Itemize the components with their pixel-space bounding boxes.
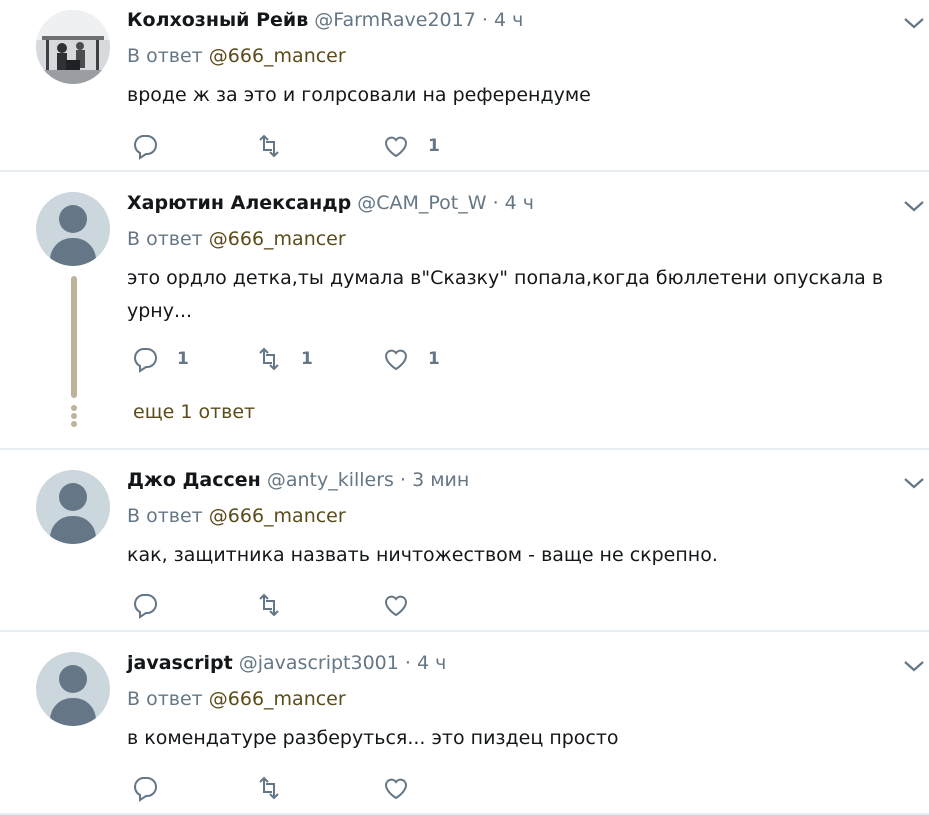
reply-mention-link[interactable]: @666_mancer [209, 505, 346, 527]
default-avatar-body-icon [50, 698, 96, 726]
retweet-icon [259, 776, 279, 800]
tweet[interactable]: Джо Дассен @anty_killers · 3 мин В ответ… [0, 450, 929, 630]
default-avatar-head-icon [59, 665, 87, 693]
thread-line [71, 276, 77, 398]
default-avatar-head-icon [59, 205, 87, 233]
like-button[interactable]: 1 [382, 131, 440, 161]
heart-icon [384, 136, 408, 158]
tweet-time[interactable]: · 4 ч [493, 192, 534, 214]
reply-context: В ответ @666_mancer [127, 505, 346, 527]
retweet-icon [259, 134, 279, 158]
avatar[interactable] [36, 470, 110, 544]
heart-icon [384, 778, 408, 800]
heart-icon [384, 349, 408, 371]
reply-icon [134, 135, 157, 160]
reply-count: 1 [177, 349, 189, 369]
thread-dot [71, 421, 77, 427]
author-name[interactable]: Харютин Александр [127, 192, 351, 214]
like-button[interactable] [382, 590, 428, 620]
reply-prefix: В ответ [127, 228, 203, 250]
thread-dot [71, 413, 77, 419]
chevron-down-icon[interactable] [902, 475, 926, 491]
tweet-time[interactable]: · 4 ч [405, 652, 446, 674]
tweet-time[interactable]: · 4 ч [482, 9, 523, 31]
default-avatar-head-icon [59, 483, 87, 511]
tweet-text: вроде ж за это и голрсовали на референду… [127, 84, 591, 106]
tweet[interactable]: javascript @javascript3001 · 4 ч В ответ… [0, 632, 929, 813]
show-more-replies-link[interactable]: еще 1 ответ [133, 401, 255, 423]
author-name[interactable]: javascript [127, 652, 233, 674]
tweet-actions [127, 773, 527, 803]
chevron-down-icon[interactable] [902, 15, 926, 31]
reply-prefix: В ответ [127, 688, 203, 710]
tweet-header: javascript @javascript3001 · 4 ч [127, 652, 446, 674]
tweet-header: Колхозный Рейв @FarmRave2017 · 4 ч [127, 9, 523, 31]
tweet[interactable]: Харютин Александр @CAM_Pot_W · 4 ч В отв… [0, 172, 929, 448]
tweet-actions: 1 1 1 [127, 344, 527, 374]
tweet-actions [127, 590, 527, 620]
reply-button[interactable] [131, 131, 177, 161]
author-name[interactable]: Джо Дассен [127, 469, 261, 491]
tweet-header: Джо Дассен @anty_killers · 3 мин [127, 469, 469, 491]
tweet-time[interactable]: · 3 мин [400, 469, 469, 491]
reply-context: В ответ @666_mancer [127, 45, 346, 67]
reply-prefix: В ответ [127, 505, 203, 527]
reply-button[interactable] [131, 773, 177, 803]
author-handle[interactable]: @javascript3001 [239, 652, 399, 674]
thread-dot [71, 405, 77, 411]
reply-button[interactable]: 1 [131, 344, 189, 374]
like-button[interactable] [382, 773, 428, 803]
tweet-text: в комендатуре разберуться... это пиздец … [127, 727, 619, 749]
retweet-count: 1 [301, 349, 313, 369]
avatar[interactable] [36, 192, 110, 266]
like-button[interactable]: 1 [382, 344, 440, 374]
retweet-icon [259, 593, 279, 617]
retweet-icon [259, 347, 279, 371]
chevron-down-icon[interactable] [902, 198, 926, 214]
retweet-button[interactable]: 1 [255, 344, 313, 374]
author-handle[interactable]: @FarmRave2017 [314, 9, 476, 31]
reply-button[interactable] [131, 590, 177, 620]
reply-mention-link[interactable]: @666_mancer [209, 228, 346, 250]
avatar-photo [36, 10, 110, 84]
default-avatar-body-icon [50, 516, 96, 544]
author-handle[interactable]: @CAM_Pot_W [357, 192, 486, 214]
retweet-button[interactable] [255, 590, 301, 620]
like-count: 1 [428, 136, 440, 156]
reply-icon [134, 594, 157, 619]
default-avatar-body-icon [50, 238, 96, 266]
reply-context: В ответ @666_mancer [127, 688, 346, 710]
avatar[interactable] [36, 652, 110, 726]
retweet-button[interactable] [255, 131, 301, 161]
reply-icon [134, 777, 157, 802]
avatar[interactable] [36, 10, 110, 84]
like-count: 1 [428, 349, 440, 369]
tweet-text: как, защитника назвать ничтожеством - ва… [127, 544, 718, 566]
tweet-actions: 1 [127, 131, 527, 161]
reply-icon [134, 348, 157, 373]
tweet[interactable]: Колхозный Рейв @FarmRave2017 · 4 ч В отв… [0, 0, 929, 170]
author-handle[interactable]: @anty_killers [267, 469, 394, 491]
chevron-down-icon[interactable] [902, 658, 926, 674]
reply-mention-link[interactable]: @666_mancer [209, 45, 346, 67]
reply-context: В ответ @666_mancer [127, 228, 346, 250]
author-name[interactable]: Колхозный Рейв [127, 9, 308, 31]
heart-icon [384, 595, 408, 617]
reply-prefix: В ответ [127, 45, 203, 67]
reply-mention-link[interactable]: @666_mancer [209, 688, 346, 710]
tweet-header: Харютин Александр @CAM_Pot_W · 4 ч [127, 192, 534, 214]
retweet-button[interactable] [255, 773, 301, 803]
tweet-text: это ордло детка,ты думала в"Сказку" попа… [127, 267, 884, 322]
